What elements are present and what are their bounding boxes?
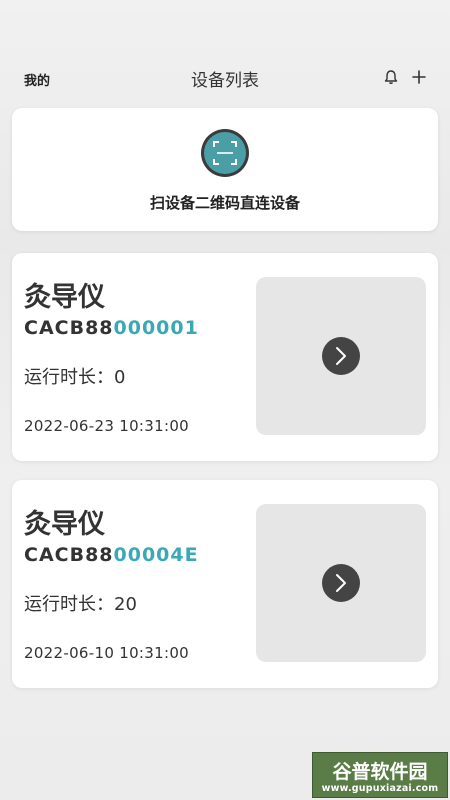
device-name: 灸导仪 xyxy=(24,509,105,540)
site-watermark: 谷普软件园 www.gupuxiazai.com xyxy=(312,752,448,798)
chevron-right-icon[interactable] xyxy=(321,563,361,603)
device-runtime: 运行时长：0 xyxy=(24,367,126,388)
device-thumbnail xyxy=(256,504,426,662)
device-runtime: 运行时长：20 xyxy=(24,594,137,615)
watermark-url: www.gupuxiazai.com xyxy=(321,783,439,794)
qr-scan-icon xyxy=(200,128,250,178)
watermark-text: 谷普软件园 xyxy=(332,761,428,783)
device-code: CACB8800004E xyxy=(24,544,199,566)
device-timestamp: 2022-06-23 10:31:00 xyxy=(24,417,190,435)
device-thumbnail xyxy=(256,277,426,435)
device-card-1[interactable]: 灸导仪 CACB88000001 运行时长：0 2022-06-23 10:31… xyxy=(12,253,438,461)
device-card-2[interactable]: 灸导仪 CACB8800004E 运行时长：20 2022-06-10 10:3… xyxy=(12,480,438,688)
bell-icon[interactable] xyxy=(382,68,400,86)
device-timestamp: 2022-06-10 10:31:00 xyxy=(24,644,190,662)
scan-qr-card[interactable]: 扫设备二维码直连设备 xyxy=(12,108,438,231)
chevron-right-icon[interactable] xyxy=(321,336,361,376)
plus-icon[interactable] xyxy=(410,68,428,86)
device-code: CACB88000001 xyxy=(24,317,199,339)
scan-qr-label: 扫设备二维码直连设备 xyxy=(149,194,300,212)
device-name: 灸导仪 xyxy=(24,282,105,313)
top-bar: 我的 设备列表 xyxy=(0,56,450,100)
